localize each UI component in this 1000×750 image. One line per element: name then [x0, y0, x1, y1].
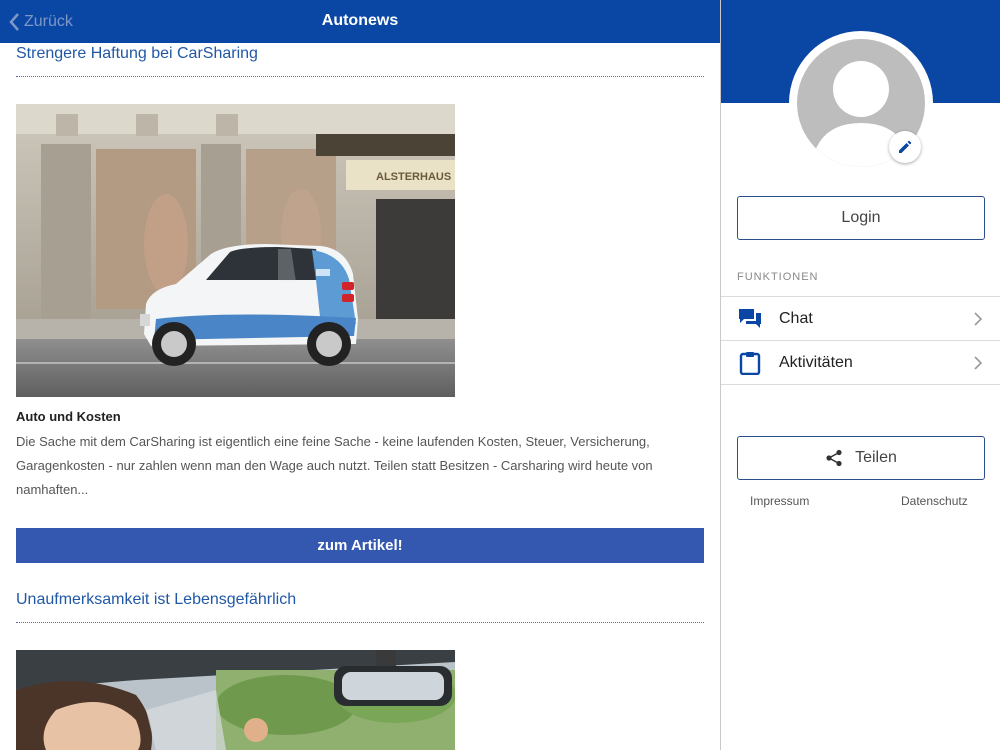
share-button[interactable]: Teilen [737, 436, 985, 480]
divider [16, 76, 704, 77]
news-panel: Zurück Autonews Strengere Haftung bei Ca… [0, 0, 720, 750]
page-title: Autonews [321, 12, 399, 29]
divider [16, 622, 704, 623]
share-label: Teilen [855, 449, 897, 466]
chevron-right-icon [974, 311, 983, 326]
storefront-sign: ALSTERHAUS [376, 171, 451, 183]
privacy-link[interactable]: Datenschutz [901, 494, 968, 508]
chevron-right-icon [974, 355, 983, 370]
chat-icon [737, 306, 763, 332]
menu-label-chat: Chat [779, 309, 813, 327]
impressum-link[interactable]: Impressum [750, 494, 809, 508]
article-title[interactable]: Unaufmerksamkeit ist Lebensgefährlich [16, 591, 296, 609]
pencil-icon [899, 140, 912, 153]
menu-item-activities[interactable]: Aktivitäten [721, 340, 1000, 384]
side-menu: Login FUNKTIONEN Chat Aktivitäten Teilen… [720, 0, 1000, 750]
article-subheading: Auto und Kosten [16, 409, 121, 424]
share-icon [826, 449, 842, 467]
read-article-button[interactable]: zum Artikel! [16, 528, 704, 563]
article-image-carsharing[interactable]: ALSTERHAUS [16, 104, 455, 397]
clipboard-icon [737, 350, 763, 376]
top-bar: Zurück Autonews [0, 0, 720, 43]
menu-item-chat[interactable]: Chat [721, 296, 1000, 340]
section-label: FUNKTIONEN [737, 271, 819, 283]
article-title[interactable]: Strengere Haftung bei CarSharing [16, 45, 258, 63]
login-button[interactable]: Login [737, 196, 985, 240]
divider [721, 384, 1000, 385]
article-teaser: Die Sache mit dem CarSharing ist eigentl… [16, 434, 653, 497]
car-photo: ALSTERHAUS [16, 104, 455, 397]
menu-label-activities: Aktivitäten [779, 353, 853, 371]
driver-photo [16, 650, 455, 750]
login-label: Login [841, 209, 881, 226]
article-image-distraction[interactable] [16, 650, 455, 750]
edit-profile-button[interactable] [889, 131, 921, 163]
